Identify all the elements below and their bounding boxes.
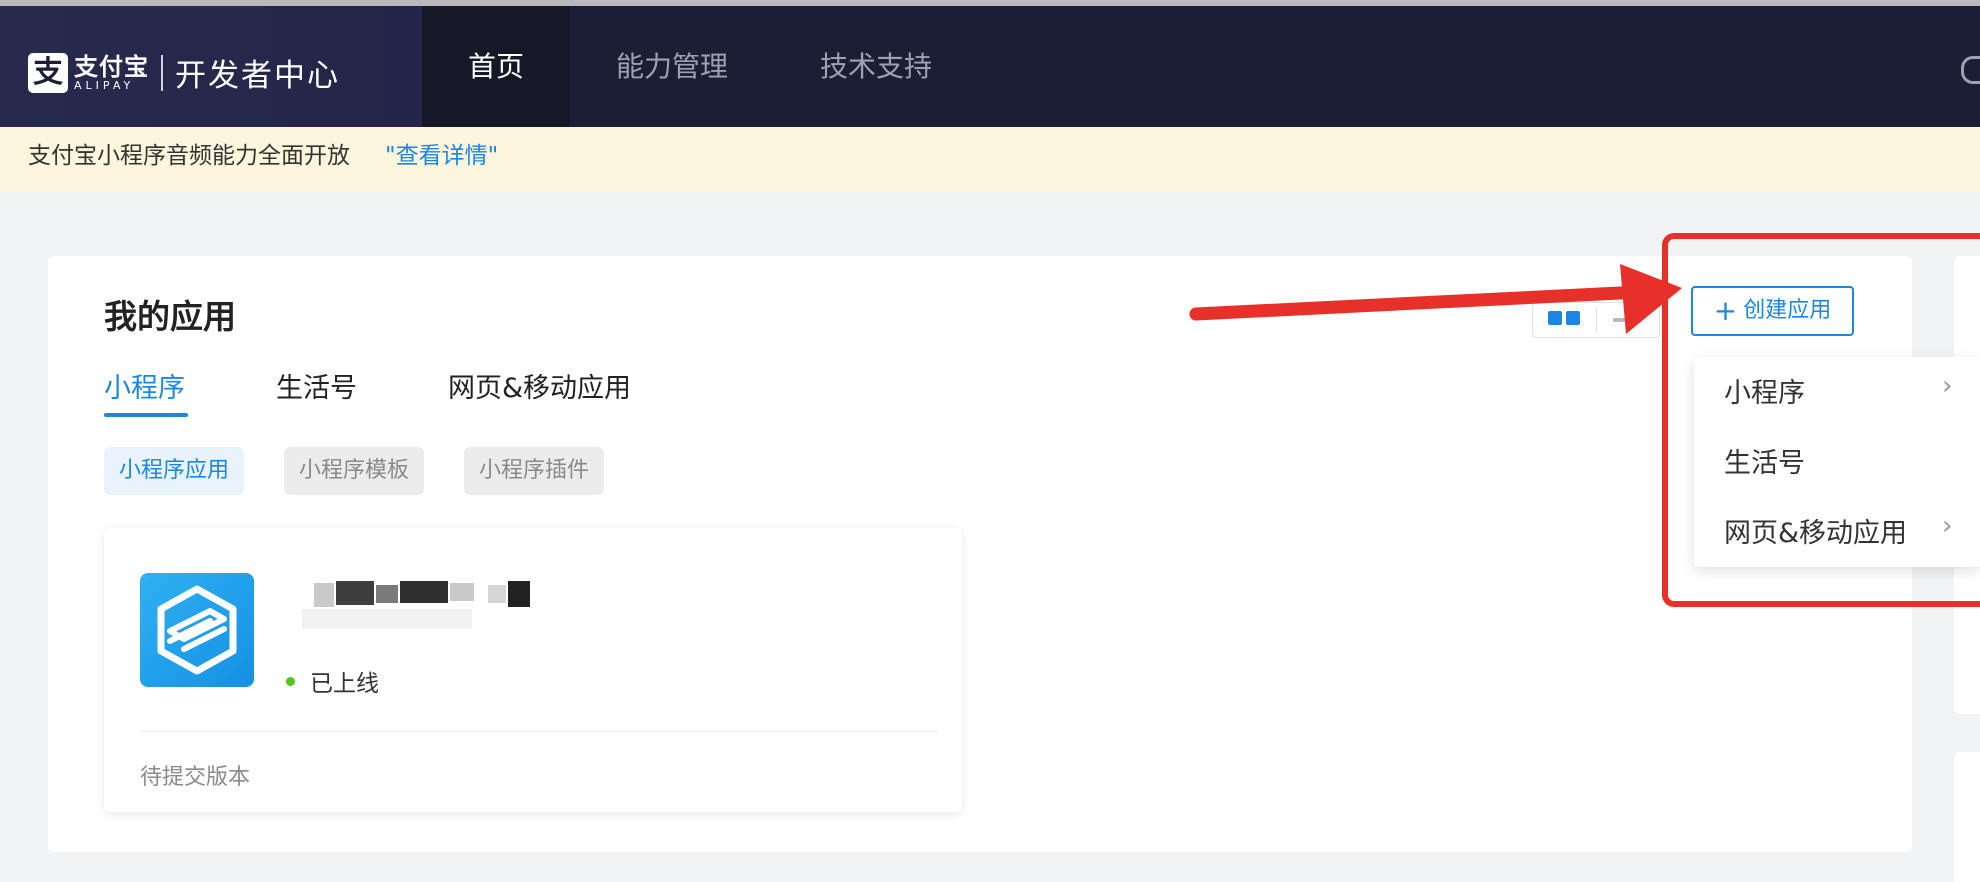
view-switch-divider [1596, 307, 1597, 333]
subtab-mini-program-plugin[interactable]: 小程序插件 [464, 447, 605, 495]
alipay-logo[interactable]: 支 支付宝 ALIPAY 开发者中心 [28, 50, 340, 95]
tab-mini-program[interactable]: 小程序 [104, 366, 185, 405]
tab-life-account[interactable]: 生活号 [276, 366, 357, 405]
app-version-status: 待提交版本 [140, 765, 251, 790]
app-status: 已上线 [310, 671, 379, 697]
page-title: 我的应用 [104, 297, 236, 336]
nav-tech-support[interactable]: 技术支持 [804, 6, 948, 127]
announcement-link[interactable]: "查看详情" [385, 127, 498, 185]
tab-web-mobile-app[interactable]: 网页&移动应用 [448, 366, 631, 405]
status-online-dot [286, 677, 295, 686]
nav-home[interactable]: 首页 [422, 6, 570, 127]
app-name-redacted [292, 575, 552, 637]
logo-wordmark: 支付宝 ALIPAY [74, 54, 149, 92]
subtab-mini-program-template[interactable]: 小程序模板 [284, 447, 425, 495]
subtab-mini-program-app[interactable]: 小程序应用 [104, 447, 245, 495]
search-icon[interactable] [1961, 56, 1980, 84]
side-panel-lower [1954, 752, 1980, 882]
app-card-divider [140, 731, 938, 732]
nav-capability-management[interactable]: 能力管理 [600, 6, 744, 127]
logo-text-cn: 支付宝 [74, 52, 149, 81]
logo-text-en: ALIPAY [74, 78, 135, 92]
top-header: 支 支付宝 ALIPAY 开发者中心 首页 能力管理 技术支持 [0, 6, 1980, 127]
grid-view-icon[interactable] [1548, 311, 1580, 329]
active-tab-indicator [104, 413, 188, 417]
announcement-bar: 支付宝小程序音频能力全面开放 "查看详情" [0, 127, 1980, 191]
site-title: 开发者中心 [175, 58, 340, 94]
app-logo-icon [140, 573, 254, 687]
view-switch [1532, 302, 1660, 338]
alipay-logo-icon: 支 [28, 52, 68, 93]
list-view-icon[interactable] [1613, 318, 1639, 322]
annotation-highlight-box [1662, 233, 1980, 607]
app-hexagon-icon [157, 585, 237, 675]
announcement-text: 支付宝小程序音频能力全面开放 [28, 143, 350, 169]
logo-divider [161, 54, 163, 91]
